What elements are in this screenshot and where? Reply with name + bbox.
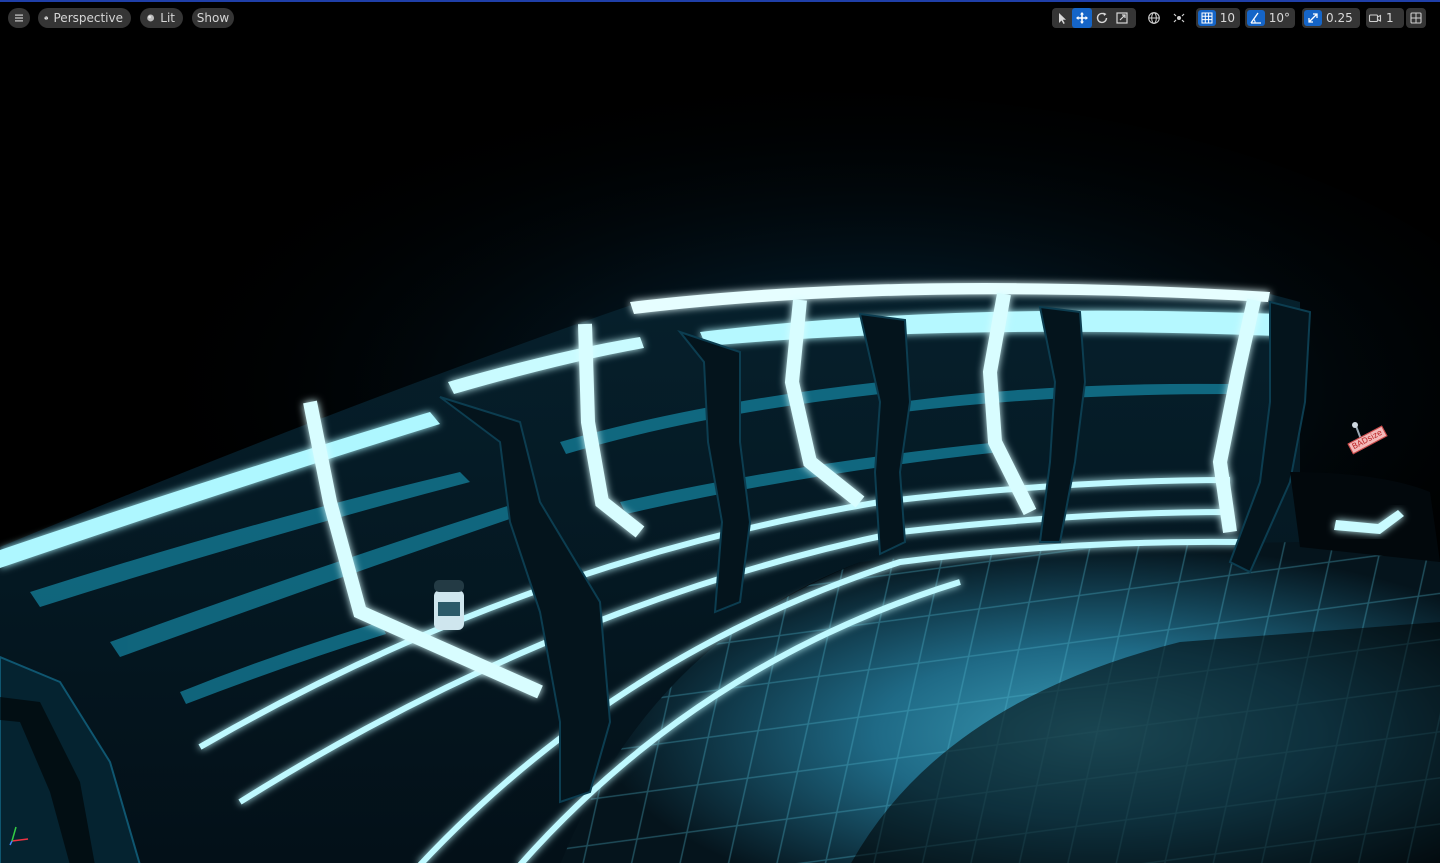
scale-snap-value: 0.25 <box>1326 11 1353 25</box>
scene-render[interactable] <box>0 2 1440 863</box>
viewport-toolbar: Perspective Lit Show 10 10° 0.25 1 <box>8 8 1432 28</box>
show-label: Show <box>196 11 230 25</box>
surface-snap-icon <box>1173 13 1185 23</box>
level-viewport[interactable]: BADsize Perspective Lit Show 10 10° 0.25… <box>0 0 1440 863</box>
rotation-snap-value: 10° <box>1268 11 1290 25</box>
grid-snap-control[interactable]: 10 <box>1196 8 1240 28</box>
show-flags-button[interactable]: Show <box>192 8 234 28</box>
grid-icon <box>1201 12 1213 24</box>
camera-icon <box>1368 14 1382 23</box>
scale-snap-icon <box>1308 13 1318 23</box>
rotate-icon <box>1096 12 1108 24</box>
select-arrow-icon <box>1059 13 1066 24</box>
camera-speed-control[interactable]: 1 <box>1366 8 1404 28</box>
globe-icon <box>1148 12 1160 24</box>
viewport-layout-icon <box>1410 12 1422 24</box>
sphere-icon <box>147 14 155 22</box>
move-icon <box>1076 12 1088 24</box>
world-axis-icon <box>9 826 29 846</box>
rotate-tool-button[interactable] <box>1092 8 1112 28</box>
lighting-mode-label: Lit <box>160 11 175 25</box>
scale-tool-button[interactable] <box>1112 8 1132 28</box>
view-mode-button[interactable]: Perspective <box>38 8 131 28</box>
camera-speed-value: 1 <box>1386 11 1394 25</box>
view-mode-label: Perspective <box>53 11 124 25</box>
hamburger-icon <box>15 14 23 22</box>
angle-icon <box>1250 12 1261 24</box>
surface-snap-button[interactable] <box>1169 8 1189 28</box>
scale-icon <box>1116 12 1128 24</box>
select-tool-button[interactable] <box>1052 8 1072 28</box>
cube-icon <box>44 16 49 20</box>
move-tool-button[interactable] <box>1072 8 1092 28</box>
rotation-snap-control[interactable]: 10° <box>1245 8 1295 28</box>
transform-tools-group <box>1052 8 1136 28</box>
viewport-options-button[interactable] <box>8 8 30 28</box>
grid-snap-value: 10 <box>1219 11 1235 25</box>
scale-snap-control[interactable]: 0.25 <box>1302 8 1360 28</box>
coordinate-space-button[interactable] <box>1144 8 1164 28</box>
lighting-mode-button[interactable]: Lit <box>140 8 183 28</box>
viewport-layout-button[interactable] <box>1406 8 1426 28</box>
